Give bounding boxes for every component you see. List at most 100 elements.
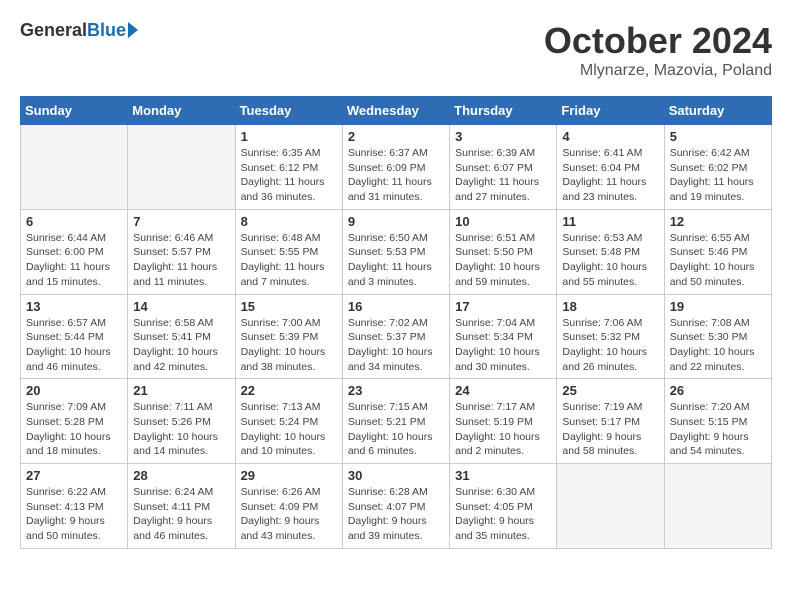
day-info: Sunrise: 7:00 AMSunset: 5:39 PMDaylight:…: [241, 316, 337, 375]
page-header: General Blue October 2024 Mlynarze, Mazo…: [20, 20, 772, 80]
calendar-cell: 13 Sunrise: 6:57 AMSunset: 5:44 PMDayligh…: [21, 294, 128, 379]
day-info: Sunrise: 6:41 AMSunset: 6:04 PMDaylight:…: [562, 146, 658, 205]
calendar-week-row: 6 Sunrise: 6:44 AMSunset: 6:00 PMDaylight…: [21, 209, 772, 294]
day-number: 18: [562, 299, 658, 314]
calendar-cell: 4 Sunrise: 6:41 AMSunset: 6:04 PMDaylight…: [557, 125, 664, 210]
day-info: Sunrise: 6:35 AMSunset: 6:12 PMDaylight:…: [241, 146, 337, 205]
day-info: Sunrise: 6:28 AMSunset: 4:07 PMDaylight:…: [348, 485, 444, 544]
day-number: 25: [562, 383, 658, 398]
day-info: Sunrise: 6:50 AMSunset: 5:53 PMDaylight:…: [348, 231, 444, 290]
calendar-cell: 24 Sunrise: 7:17 AMSunset: 5:19 PMDayligh…: [450, 379, 557, 464]
day-number: 15: [241, 299, 337, 314]
calendar-cell: 5 Sunrise: 6:42 AMSunset: 6:02 PMDaylight…: [664, 125, 771, 210]
logo-general-text: General: [20, 20, 87, 41]
location-text: Mlynarze, Mazovia, Poland: [544, 62, 772, 80]
day-number: 17: [455, 299, 551, 314]
day-header-tuesday: Tuesday: [235, 97, 342, 125]
day-number: 22: [241, 383, 337, 398]
day-number: 9: [348, 214, 444, 229]
day-info: Sunrise: 6:51 AMSunset: 5:50 PMDaylight:…: [455, 231, 551, 290]
calendar-cell: 22 Sunrise: 7:13 AMSunset: 5:24 PMDayligh…: [235, 379, 342, 464]
day-number: 11: [562, 214, 658, 229]
day-info: Sunrise: 7:09 AMSunset: 5:28 PMDaylight:…: [26, 400, 122, 459]
day-info: Sunrise: 6:42 AMSunset: 6:02 PMDaylight:…: [670, 146, 766, 205]
day-header-sunday: Sunday: [21, 97, 128, 125]
day-info: Sunrise: 6:58 AMSunset: 5:41 PMDaylight:…: [133, 316, 229, 375]
calendar-cell: [664, 464, 771, 549]
day-info: Sunrise: 7:02 AMSunset: 5:37 PMDaylight:…: [348, 316, 444, 375]
calendar-cell: 15 Sunrise: 7:00 AMSunset: 5:39 PMDayligh…: [235, 294, 342, 379]
day-info: Sunrise: 7:20 AMSunset: 5:15 PMDaylight:…: [670, 400, 766, 459]
logo: General Blue: [20, 20, 138, 41]
day-number: 3: [455, 129, 551, 144]
day-number: 27: [26, 468, 122, 483]
day-info: Sunrise: 7:19 AMSunset: 5:17 PMDaylight:…: [562, 400, 658, 459]
day-info: Sunrise: 6:24 AMSunset: 4:11 PMDaylight:…: [133, 485, 229, 544]
day-info: Sunrise: 7:08 AMSunset: 5:30 PMDaylight:…: [670, 316, 766, 375]
calendar-cell: 29 Sunrise: 6:26 AMSunset: 4:09 PMDayligh…: [235, 464, 342, 549]
calendar-cell: 16 Sunrise: 7:02 AMSunset: 5:37 PMDayligh…: [342, 294, 449, 379]
day-number: 4: [562, 129, 658, 144]
day-info: Sunrise: 6:55 AMSunset: 5:46 PMDaylight:…: [670, 231, 766, 290]
day-header-thursday: Thursday: [450, 97, 557, 125]
calendar-cell: 3 Sunrise: 6:39 AMSunset: 6:07 PMDaylight…: [450, 125, 557, 210]
day-number: 29: [241, 468, 337, 483]
day-info: Sunrise: 6:39 AMSunset: 6:07 PMDaylight:…: [455, 146, 551, 205]
day-info: Sunrise: 6:44 AMSunset: 6:00 PMDaylight:…: [26, 231, 122, 290]
calendar-week-row: 20 Sunrise: 7:09 AMSunset: 5:28 PMDayligh…: [21, 379, 772, 464]
day-info: Sunrise: 6:57 AMSunset: 5:44 PMDaylight:…: [26, 316, 122, 375]
calendar-week-row: 27 Sunrise: 6:22 AMSunset: 4:13 PMDayligh…: [21, 464, 772, 549]
calendar-cell: [21, 125, 128, 210]
calendar-week-row: 1Sunrise: 6:35 AMSunset: 6:12 PMDaylight…: [21, 125, 772, 210]
day-header-monday: Monday: [128, 97, 235, 125]
day-number: 28: [133, 468, 229, 483]
calendar-cell: 1Sunrise: 6:35 AMSunset: 6:12 PMDaylight…: [235, 125, 342, 210]
calendar-cell: 25 Sunrise: 7:19 AMSunset: 5:17 PMDayligh…: [557, 379, 664, 464]
day-header-friday: Friday: [557, 97, 664, 125]
day-number: 19: [670, 299, 766, 314]
day-number: 16: [348, 299, 444, 314]
day-info: Sunrise: 7:17 AMSunset: 5:19 PMDaylight:…: [455, 400, 551, 459]
logo-blue-text: Blue: [87, 20, 126, 41]
calendar-cell: 9 Sunrise: 6:50 AMSunset: 5:53 PMDaylight…: [342, 209, 449, 294]
day-info: Sunrise: 6:37 AMSunset: 6:09 PMDaylight:…: [348, 146, 444, 205]
day-number: 12: [670, 214, 766, 229]
day-number: 24: [455, 383, 551, 398]
day-info: Sunrise: 7:15 AMSunset: 5:21 PMDaylight:…: [348, 400, 444, 459]
calendar-cell: 8 Sunrise: 6:48 AMSunset: 5:55 PMDaylight…: [235, 209, 342, 294]
title-block: October 2024 Mlynarze, Mazovia, Poland: [544, 20, 772, 80]
day-number: 6: [26, 214, 122, 229]
calendar-week-row: 13 Sunrise: 6:57 AMSunset: 5:44 PMDayligh…: [21, 294, 772, 379]
calendar-cell: 17Sunrise: 7:04 AMSunset: 5:34 PMDayligh…: [450, 294, 557, 379]
day-number: 14: [133, 299, 229, 314]
day-number: 7: [133, 214, 229, 229]
calendar-cell: 10 Sunrise: 6:51 AMSunset: 5:50 PMDayligh…: [450, 209, 557, 294]
calendar-cell: 31 Sunrise: 6:30 AMSunset: 4:05 PMDayligh…: [450, 464, 557, 549]
day-number: 13: [26, 299, 122, 314]
calendar-cell: 6 Sunrise: 6:44 AMSunset: 6:00 PMDaylight…: [21, 209, 128, 294]
day-number: 26: [670, 383, 766, 398]
calendar-cell: 12 Sunrise: 6:55 AMSunset: 5:46 PMDayligh…: [664, 209, 771, 294]
day-number: 5: [670, 129, 766, 144]
calendar-cell: 19 Sunrise: 7:08 AMSunset: 5:30 PMDayligh…: [664, 294, 771, 379]
day-info: Sunrise: 6:22 AMSunset: 4:13 PMDaylight:…: [26, 485, 122, 544]
calendar-table: SundayMondayTuesdayWednesdayThursdayFrid…: [20, 96, 772, 549]
day-number: 2: [348, 129, 444, 144]
day-number: 8: [241, 214, 337, 229]
logo-arrow-icon: [128, 22, 138, 38]
day-info: Sunrise: 6:48 AMSunset: 5:55 PMDaylight:…: [241, 231, 337, 290]
day-info: Sunrise: 7:13 AMSunset: 5:24 PMDaylight:…: [241, 400, 337, 459]
day-info: Sunrise: 6:26 AMSunset: 4:09 PMDaylight:…: [241, 485, 337, 544]
day-info: Sunrise: 6:30 AMSunset: 4:05 PMDaylight:…: [455, 485, 551, 544]
day-info: Sunrise: 6:53 AMSunset: 5:48 PMDaylight:…: [562, 231, 658, 290]
month-title: October 2024: [544, 20, 772, 62]
calendar-cell: 20 Sunrise: 7:09 AMSunset: 5:28 PMDayligh…: [21, 379, 128, 464]
day-info: Sunrise: 7:11 AMSunset: 5:26 PMDaylight:…: [133, 400, 229, 459]
day-number: 10: [455, 214, 551, 229]
day-number: 23: [348, 383, 444, 398]
calendar-cell: 18Sunrise: 7:06 AMSunset: 5:32 PMDayligh…: [557, 294, 664, 379]
calendar-cell: [557, 464, 664, 549]
calendar-cell: 28 Sunrise: 6:24 AMSunset: 4:11 PMDayligh…: [128, 464, 235, 549]
day-number: 31: [455, 468, 551, 483]
day-number: 20: [26, 383, 122, 398]
